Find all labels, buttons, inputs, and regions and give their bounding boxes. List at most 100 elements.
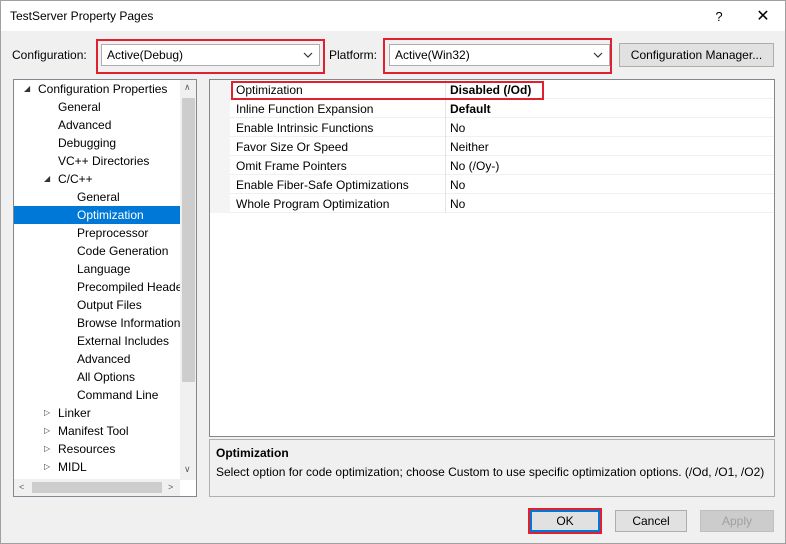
configuration-dropdown[interactable]: Active(Debug) [101, 44, 320, 66]
tree-item-label: General [58, 100, 101, 114]
property-row[interactable]: Enable Fiber-Safe Optimizations No [230, 175, 774, 194]
tree-item[interactable]: ▷ MIDL [14, 458, 180, 476]
tree-item[interactable]: External Includes [14, 332, 180, 350]
expand-arrow-icon[interactable]: ▷ [44, 458, 50, 476]
scroll-up-icon[interactable]: ∧ [184, 82, 191, 93]
scroll-right-icon[interactable]: > [168, 482, 173, 492]
property-grid[interactable]: Optimization Disabled (/Od) Inline Functio… [209, 79, 775, 437]
property-name: Favor Size Or Speed [236, 140, 349, 154]
grid-gutter [210, 80, 230, 213]
tree-item[interactable]: ▷ Linker [14, 404, 180, 422]
tree-item-label: Debugging [58, 136, 117, 150]
tree-item-label: Advanced [58, 118, 112, 132]
help-icon: ? [715, 8, 723, 24]
chevron-down-icon [302, 45, 314, 65]
help-button[interactable]: ? [701, 1, 737, 31]
property-name: Inline Function Expansion [236, 102, 374, 116]
property-value[interactable]: Default [450, 102, 491, 116]
collapse-arrow-icon[interactable]: ◢ [24, 80, 30, 98]
ok-button[interactable]: OK [530, 510, 600, 532]
property-row[interactable]: Whole Program Optimization No [230, 194, 774, 213]
property-value[interactable]: Disabled (/Od) [450, 83, 531, 97]
scroll-down-icon[interactable]: ∨ [184, 464, 191, 475]
tree-item-label: VC++ Directories [58, 154, 150, 168]
tree-item-label: Language [77, 262, 131, 276]
property-tree[interactable]: ◢ Configuration Properties General Advanced… [13, 79, 197, 497]
tree-horizontal-scrollbar[interactable]: < > [14, 479, 180, 496]
configuration-manager-button[interactable]: Configuration Manager... [619, 43, 774, 67]
tree-item[interactable]: Preprocessor [14, 224, 180, 242]
tree-item[interactable]: VC++ Directories [14, 152, 180, 170]
tree-item-label: General [77, 190, 120, 204]
property-row[interactable]: Optimization Disabled (/Od) [230, 80, 774, 99]
tree-item[interactable]: Command Line [14, 386, 180, 404]
scroll-left-icon[interactable]: < [19, 482, 24, 492]
grid-column-divider[interactable] [445, 80, 446, 213]
apply-button[interactable]: Apply [700, 510, 774, 532]
title-bar: TestServer Property Pages ? ✕ [1, 1, 785, 31]
tree-item[interactable]: Code Generation [14, 242, 180, 260]
cancel-button[interactable]: Cancel [615, 510, 687, 532]
platform-dropdown[interactable]: Active(Win32) [389, 44, 610, 66]
tree-item-label: Manifest Tool [58, 424, 129, 438]
property-row[interactable]: Favor Size Or Speed Neither [230, 137, 774, 156]
tree-item[interactable]: Advanced [14, 116, 180, 134]
tree-item-label: Browse Information [77, 316, 180, 330]
expand-arrow-icon[interactable]: ▷ [44, 440, 50, 458]
tree-vertical-scrollbar[interactable]: ∧ ∨ [180, 80, 196, 480]
expand-arrow-icon[interactable]: ▷ [44, 422, 50, 440]
platform-label: Platform: [329, 48, 378, 62]
tree-item[interactable]: Language [14, 260, 180, 278]
tree-item-label: Optimization [77, 208, 144, 222]
property-value[interactable]: No [450, 197, 465, 211]
property-row[interactable]: Inline Function Expansion Default [230, 99, 774, 118]
platform-value: Active(Win32) [395, 48, 470, 62]
tree-vertical-thumb[interactable] [182, 98, 195, 382]
tree-item-label: Output Files [77, 298, 142, 312]
property-row[interactable]: Enable Intrinsic Functions No [230, 118, 774, 137]
tree-item[interactable]: Browse Information [14, 314, 180, 332]
tree-item[interactable]: ◢ Configuration Properties [14, 80, 180, 98]
tree-item-label: Precompiled Heade [77, 280, 180, 294]
tree-item[interactable]: General [14, 188, 180, 206]
tree-item[interactable]: Optimization [14, 206, 180, 224]
chevron-down-icon [592, 45, 604, 65]
tree-item-label: Advanced [77, 352, 131, 366]
property-name: Optimization [236, 83, 303, 97]
property-pages-dialog: TestServer Property Pages ? ✕ Configurat… [0, 0, 786, 544]
property-value[interactable]: Neither [450, 140, 489, 154]
tree-item[interactable]: Precompiled Heade [14, 278, 180, 296]
tree-item[interactable]: Advanced [14, 350, 180, 368]
property-value[interactable]: No (/Oy-) [450, 159, 499, 173]
window-title: TestServer Property Pages [10, 9, 154, 23]
tree-item[interactable]: Output Files [14, 296, 180, 314]
tree-horizontal-thumb[interactable] [32, 482, 162, 493]
tree-item-label: Resources [58, 442, 116, 456]
property-name: Enable Fiber-Safe Optimizations [236, 178, 409, 192]
tree-item-label: Code Generation [77, 244, 169, 258]
tree-item-label: Preprocessor [77, 226, 149, 240]
property-name: Omit Frame Pointers [236, 159, 347, 173]
expand-arrow-icon[interactable]: ▷ [44, 404, 50, 422]
tree-item[interactable]: ▷ Manifest Tool [14, 422, 180, 440]
tree-item-label: Configuration Properties [38, 82, 168, 96]
configuration-value: Active(Debug) [107, 48, 184, 62]
property-name: Whole Program Optimization [236, 197, 390, 211]
property-value[interactable]: No [450, 121, 465, 135]
description-text: Select option for code optimization; cho… [216, 465, 765, 479]
tree-item-label: C/C++ [58, 172, 93, 186]
description-title: Optimization [216, 446, 289, 460]
tree-item[interactable]: General [14, 98, 180, 116]
property-row[interactable]: Omit Frame Pointers No (/Oy-) [230, 156, 774, 175]
tree-item[interactable]: All Options [14, 368, 180, 386]
property-value[interactable]: No [450, 178, 465, 192]
tree-item-label: Command Line [77, 388, 159, 402]
close-button[interactable]: ✕ [741, 1, 785, 31]
tree-item[interactable]: ▷ Resources [14, 440, 180, 458]
tree-item[interactable]: ◢ C/C++ [14, 170, 180, 188]
tree-item-label: Linker [58, 406, 91, 420]
collapse-arrow-icon[interactable]: ◢ [44, 170, 50, 188]
tree-item[interactable]: Debugging [14, 134, 180, 152]
close-icon: ✕ [756, 8, 770, 25]
configuration-label: Configuration: [12, 48, 87, 62]
